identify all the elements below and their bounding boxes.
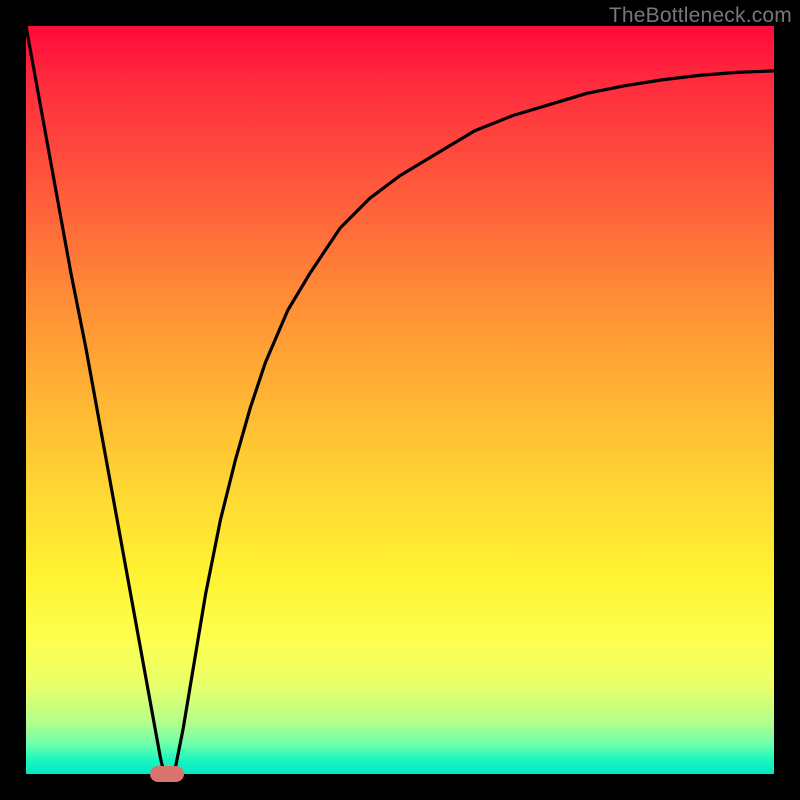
- optimal-marker: [150, 766, 184, 782]
- watermark-text: TheBottleneck.com: [609, 4, 792, 28]
- plot-area: [26, 26, 774, 774]
- bottleneck-curve: [26, 26, 774, 774]
- chart-frame: TheBottleneck.com: [0, 0, 800, 800]
